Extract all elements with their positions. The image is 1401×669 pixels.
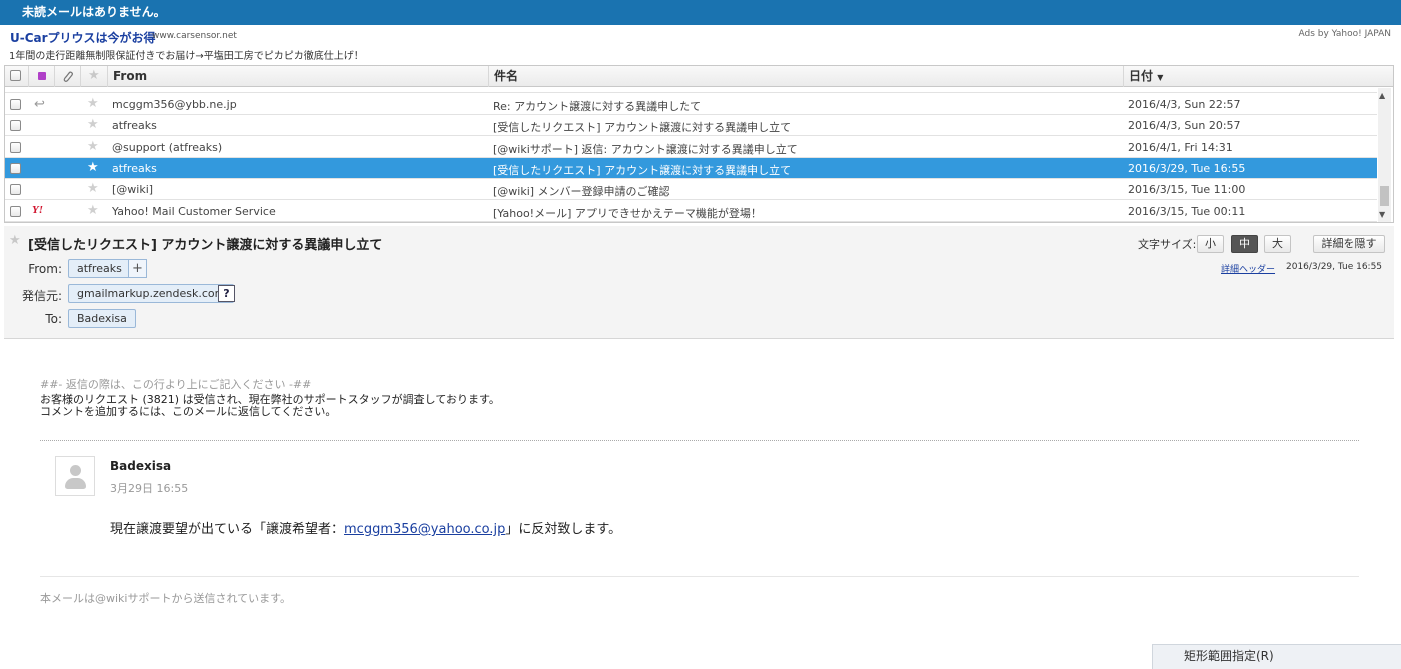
row-subject: Re: アカウント譲渡に対する異議申したて [493, 100, 702, 113]
star-icon[interactable]: ★ [9, 233, 21, 248]
font-size-medium-button[interactable]: 中 [1231, 235, 1258, 253]
row-subject: [Yahoo!メール] アプリできせかえテーマ機能が登場！ [493, 207, 762, 220]
star-column-header[interactable]: ★ [80, 66, 107, 87]
ad-title-link[interactable]: U-Carプリウスは今がお得 [10, 29, 156, 46]
detail-header-link[interactable]: 詳細ヘッダー [1221, 262, 1275, 275]
sender-help-button[interactable]: ? [218, 285, 235, 302]
star-icon[interactable]: ★ [87, 181, 99, 196]
flag-column-header[interactable] [28, 66, 54, 87]
from-address-chip[interactable]: atfreaks [68, 259, 131, 278]
ad-description: 1年間の走行距離無制限保証付きでお届け→平塩田工房でピカピカ徹底仕上げ！ [9, 51, 364, 62]
avatar [55, 456, 95, 496]
email-link[interactable]: mcggm356@yahoo.co.jp [344, 522, 505, 537]
row-subject: [受信したリクエスト] アカウント譲渡に対する異議申し立て [493, 121, 792, 134]
font-size-large-button[interactable]: 大 [1264, 235, 1291, 253]
star-icon[interactable]: ★ [87, 139, 99, 154]
ads-by-label[interactable]: Ads by Yahoo! JAPAN [1298, 29, 1391, 39]
message-subject: [受信したリクエスト] アカウント譲渡に対する異議申し立て [28, 238, 383, 253]
divider [40, 440, 1359, 441]
row-checkbox[interactable] [10, 184, 21, 195]
from-column-header[interactable]: From [107, 66, 488, 87]
star-icon[interactable]: ★ [87, 96, 99, 111]
scroll-up-icon[interactable]: ▲ [1379, 91, 1385, 100]
row-date: 2016/3/15, Tue 11:00 [1128, 183, 1246, 196]
rect-select-button[interactable]: 矩形範囲指定(R) [1152, 644, 1401, 669]
row-from: Yahoo! Mail Customer Service [112, 205, 276, 218]
row-checkbox[interactable] [10, 163, 21, 174]
row-subject: [受信したリクエスト] アカウント譲渡に対する異議申し立て [493, 164, 792, 177]
message-row[interactable]: ★ [@wiki] [@wiki] メンバー登録申請のご確認 2016/3/15, T… [5, 179, 1377, 200]
row-date: 2016/3/29, Tue 16:55 [1128, 162, 1246, 175]
message-list-header: ★ From 件名 日付 ▼ [5, 66, 1393, 87]
hide-details-button[interactable]: 詳細を隠す [1313, 235, 1385, 253]
message-row[interactable]: Y! ★ Yahoo! Mail Customer Service [Yahoo!メー… [5, 201, 1377, 222]
ad-banner: U-Carプリウスは今がお得 www.carsensor.net 1年間の走行距… [0, 25, 1401, 65]
star-icon[interactable]: ★ [87, 203, 99, 218]
flag-icon [38, 72, 46, 80]
body-footer: 本メールは@wikiサポートから送信されています。 [40, 592, 292, 605]
row-from: mcggm356@ybb.ne.jp [112, 98, 237, 111]
reply-marker: ##- 返信の際は、この行より上にご記入ください -## [40, 378, 312, 391]
comment-text: 現在譲渡要望が出ている「譲渡希望者：mcggm356@yahoo.co.jp」に… [110, 522, 622, 537]
message-list: ★ From 件名 日付 ▼ ↩ ★ mcggm356@ybb.ne.jp Re: ア… [4, 65, 1394, 223]
unread-notice: 未読メールはありません。 [22, 5, 166, 19]
subject-column-header[interactable]: 件名 [488, 66, 1123, 87]
ad-url[interactable]: www.carsensor.net [152, 31, 237, 41]
yahoo-icon: Y! [32, 204, 43, 216]
sort-desc-icon: ▼ [1157, 73, 1164, 82]
row-from: atfreaks [112, 119, 157, 132]
list-scrollbar[interactable]: ▲ ▼ [1378, 88, 1391, 222]
message-row[interactable]: ★ @support (atfreaks) [@wikiサポート] 返信: アカウン… [5, 137, 1377, 158]
font-size-label: 文字サイズ: [1138, 238, 1197, 251]
scroll-down-icon[interactable]: ▼ [1379, 210, 1385, 219]
row-from: atfreaks [112, 162, 157, 175]
attachment-column-header[interactable] [54, 66, 80, 87]
list-row-partial [5, 87, 1377, 93]
paperclip-icon [63, 71, 73, 82]
row-checkbox[interactable] [10, 99, 21, 110]
star-icon[interactable]: ★ [87, 160, 99, 175]
row-checkbox[interactable] [10, 120, 21, 131]
font-size-small-button[interactable]: 小 [1197, 235, 1224, 253]
sender-label: 発信元: [21, 289, 62, 303]
to-label: To: [45, 312, 62, 326]
message-body: ##- 返信の際は、この行より上にご記入ください -## お客様のリクエスト (… [4, 340, 1394, 666]
star-icon[interactable]: ★ [87, 117, 99, 132]
notification-bar: 未読メールはありません。 [0, 0, 1401, 25]
message-row[interactable]: ↩ ★ mcggm356@ybb.ne.jp Re: アカウント譲渡に対する異議申した… [5, 94, 1377, 115]
body-line-2: コメントを追加するには、このメールに返信してください。 [40, 405, 337, 418]
add-contact-button[interactable]: + [128, 259, 147, 278]
comment-author: Badexisa [110, 459, 172, 473]
row-from: [@wiki] [112, 183, 154, 196]
row-date: 2016/4/3, Sun 22:57 [1128, 98, 1241, 111]
row-subject: [@wiki] メンバー登録申請のご確認 [493, 185, 670, 198]
divider [40, 576, 1359, 577]
row-date: 2016/4/3, Sun 20:57 [1128, 119, 1241, 132]
star-icon: ★ [88, 68, 100, 83]
message-header: ★ [受信したリクエスト] アカウント譲渡に対する異議申し立て From: at… [4, 226, 1394, 339]
message-row[interactable]: ★ atfreaks [受信したリクエスト] アカウント譲渡に対する異議申し立て 20… [5, 158, 1377, 179]
row-from: @support (atfreaks) [112, 141, 223, 154]
to-address-chip[interactable]: Badexisa [68, 309, 136, 328]
sender-address-chip[interactable]: gmailmarkup.zendesk.com [68, 284, 235, 303]
row-date: 2016/4/1, Fri 14:31 [1128, 141, 1233, 154]
row-checkbox[interactable] [10, 206, 21, 217]
date-column-header[interactable]: 日付 ▼ [1123, 66, 1393, 87]
from-label: From: [28, 262, 62, 276]
row-date: 2016/3/15, Tue 00:11 [1128, 205, 1246, 218]
row-subject: [@wikiサポート] 返信: アカウント譲渡に対する異議申し立て [493, 143, 798, 156]
select-all-checkbox[interactable] [10, 70, 21, 81]
comment-date: 3月29日 16:55 [110, 482, 189, 495]
row-checkbox[interactable] [10, 142, 21, 153]
message-row[interactable]: ★ atfreaks [受信したリクエスト] アカウント譲渡に対する異議申し立て 20… [5, 115, 1377, 136]
scroll-thumb[interactable] [1380, 186, 1389, 206]
message-date: 2016/3/29, Tue 16:55 [1286, 262, 1383, 272]
reply-icon: ↩ [34, 97, 45, 112]
